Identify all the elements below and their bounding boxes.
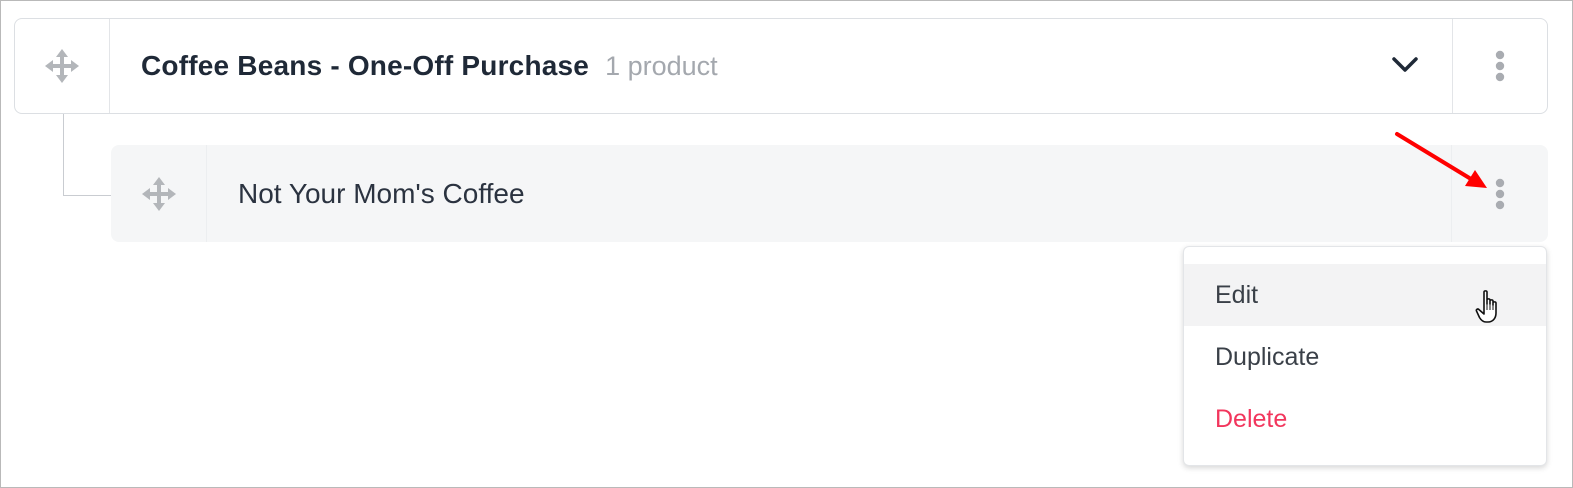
menu-item-label: Duplicate: [1215, 342, 1320, 371]
app-frame: Coffee Beans - One-Off Purchase 1 produc…: [0, 0, 1573, 488]
group-title-wrap: Coffee Beans - One-Off Purchase 1 produc…: [141, 19, 718, 113]
product-more-actions-button[interactable]: [1451, 145, 1548, 242]
menu-item-label: Edit: [1215, 280, 1259, 309]
product-row: Not Your Mom's Coffee: [111, 145, 1548, 242]
group-title: Coffee Beans - One-Off Purchase: [141, 50, 590, 81]
group-drag-handle[interactable]: [15, 19, 110, 113]
actions-dropdown-menu: Edit Duplicate Delete: [1183, 246, 1547, 466]
move-arrows-icon: [141, 176, 176, 211]
product-drag-handle[interactable]: [111, 145, 207, 242]
product-title: Not Your Mom's Coffee: [238, 177, 525, 209]
move-arrows-icon: [45, 49, 79, 83]
menu-item-label: Delete: [1215, 404, 1288, 433]
group-row: Coffee Beans - One-Off Purchase 1 produc…: [14, 18, 1548, 114]
product-count: 1 product: [605, 50, 718, 81]
menu-item-delete[interactable]: Delete: [1184, 388, 1546, 450]
vertical-dots-icon: [1495, 178, 1505, 209]
chevron-down-icon: [1392, 57, 1418, 72]
vertical-dots-icon: [1495, 50, 1505, 82]
tree-connector: [63, 114, 112, 196]
group-more-actions-button[interactable]: [1452, 19, 1547, 113]
menu-item-edit[interactable]: Edit: [1184, 264, 1546, 326]
menu-item-duplicate[interactable]: Duplicate: [1184, 326, 1546, 388]
expand-toggle-button[interactable]: [1381, 41, 1429, 89]
